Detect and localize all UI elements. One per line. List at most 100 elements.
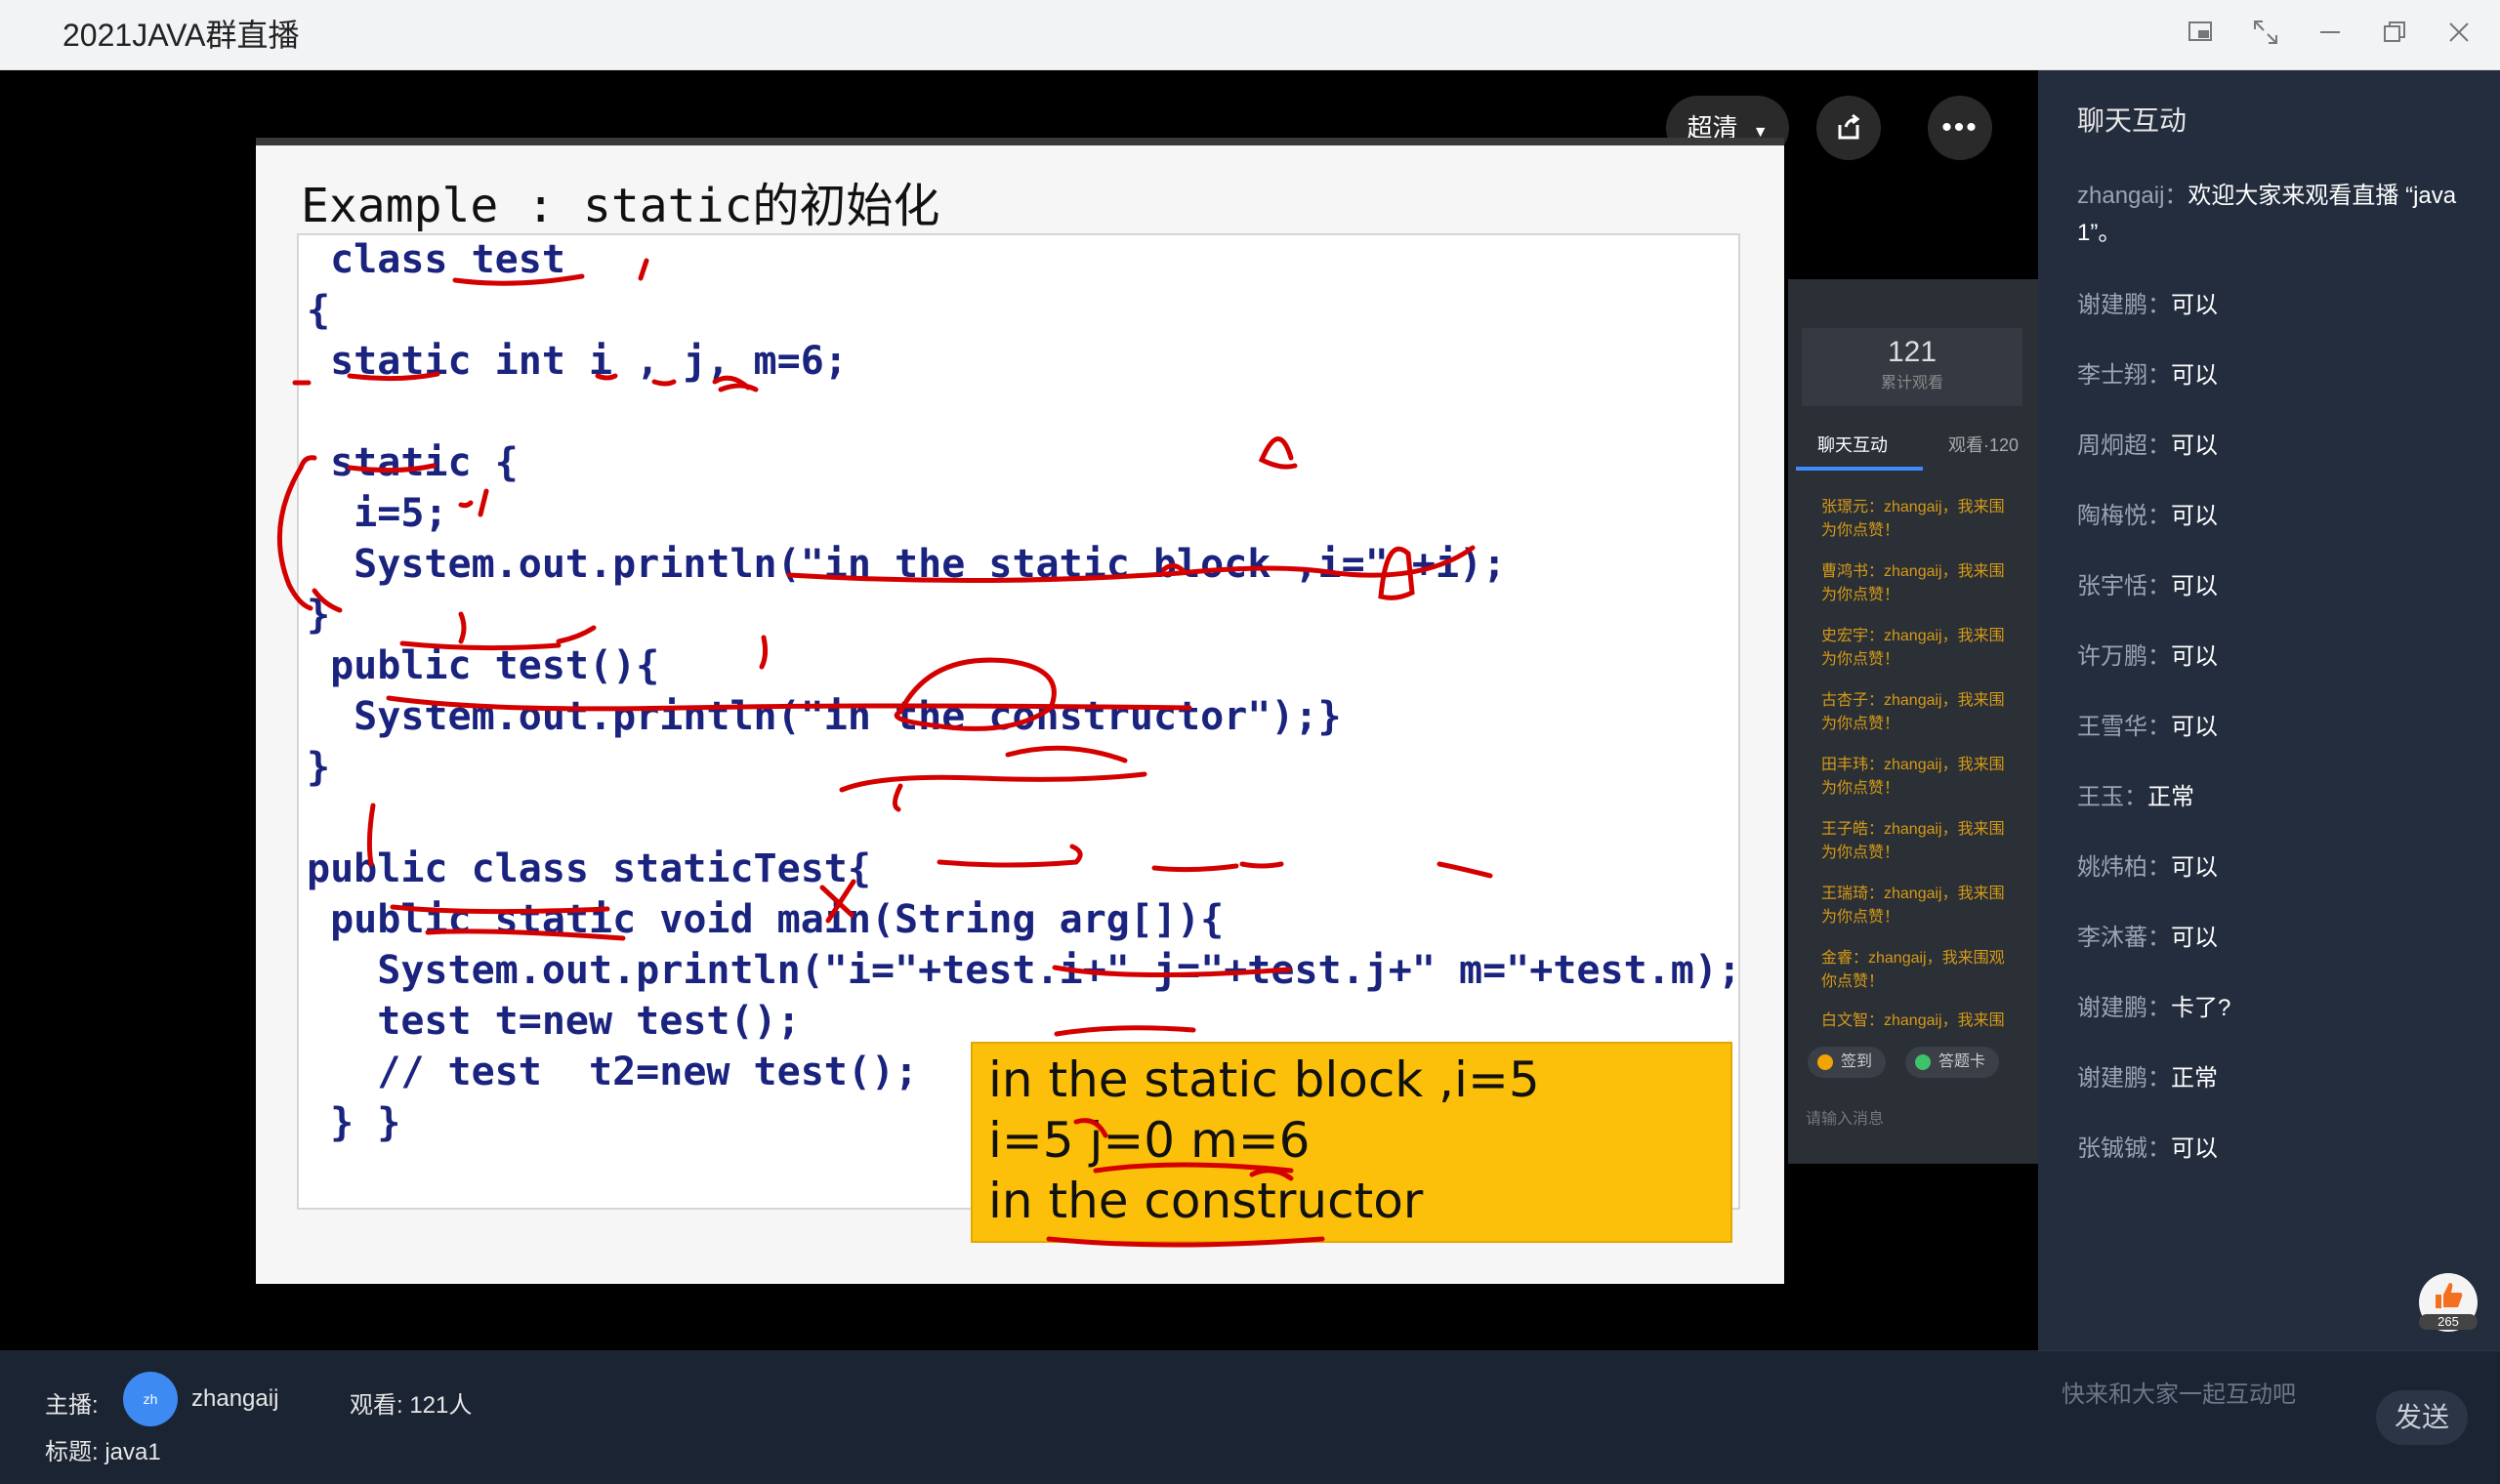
thumbs-up-icon [2436, 1283, 2463, 1308]
video-player[interactable]: 超清 ▼ ••• Example : static的初始化 class test… [0, 70, 2038, 1350]
chat-text: 可以 [2171, 292, 2218, 318]
chat-user: 姚炜柏： [2077, 854, 2171, 881]
chat-message: 谢建鹏：正常 [2077, 1060, 2478, 1097]
recorded-message: 白文智：zhangaij，我来围 [1821, 1012, 2005, 1029]
chat-text: 正常 [2147, 784, 2194, 810]
answer-card-icon [1915, 1054, 1931, 1070]
code-line: test t=new test(); [307, 999, 801, 1044]
chat-message: 李士翔：可以 [2077, 357, 2478, 394]
chat-user: 张铖铖： [2077, 1135, 2171, 1162]
code-line: // test t2=new test(); [307, 1050, 919, 1094]
picture-in-picture-icon[interactable] [2184, 18, 2219, 53]
like-count: 265 [2419, 1314, 2478, 1330]
chat-text: 可以 [2171, 573, 2218, 599]
chat-user: zhangaij： [2077, 183, 2188, 209]
restore-icon[interactable] [2377, 18, 2412, 53]
like-button[interactable]: 265 [2419, 1273, 2478, 1332]
chat-user: 谢建鹏： [2077, 1065, 2171, 1092]
tab-viewers: 观看·120 [1948, 435, 2020, 455]
recorded-message: 王瑞琦：zhangaij，我来围 为你点赞！ [1821, 886, 2005, 926]
viewer-count: 观看: 121人 [350, 1392, 473, 1419]
chat-message: 张铖铖：可以 [2077, 1131, 2478, 1168]
chat-user: 谢建鹏： [2077, 292, 2171, 318]
avatar[interactable]: zh [123, 1372, 178, 1426]
send-button[interactable]: 发送 [2376, 1390, 2468, 1445]
chat-user: 李沐蕃： [2077, 925, 2171, 951]
chat-user: 张宇恬： [2077, 573, 2171, 599]
chat-message: 王玉：正常 [2077, 779, 2478, 816]
chat-text: 可以 [2171, 362, 2218, 389]
share-button[interactable] [1816, 96, 1881, 160]
code-line: } } [307, 1100, 401, 1145]
close-icon[interactable] [2441, 18, 2477, 53]
share-icon [1838, 113, 1860, 140]
output-line: in the static block ,i=5 [988, 1051, 1540, 1108]
recorded-message: 金睿：zhangaij，我来围观 你点赞！ [1821, 950, 2005, 990]
chat-user: 陶梅悦： [2077, 503, 2171, 529]
code-line: public test(){ [307, 643, 660, 688]
chat-message: 谢建鹏：可以 [2077, 287, 2478, 324]
chat-message: zhangaij：欢迎大家来观看直播 “java 1”。 [2077, 178, 2478, 252]
code-line: static int i , j, m=6; [307, 339, 848, 384]
code-line: System.out.println("in the constructor")… [307, 694, 1342, 739]
host-name: zhangaij [191, 1385, 279, 1412]
recorded-input-placeholder: 请输入消息 [1806, 1111, 1885, 1128]
fullscreen-icon[interactable] [2248, 18, 2283, 53]
chat-user: 王玉： [2077, 784, 2147, 810]
chat-user: 周炯超： [2077, 433, 2171, 459]
chat-text: 可以 [2171, 433, 2218, 459]
chat-user: 谢建鹏： [2077, 995, 2171, 1021]
chat-text: 可以 [2171, 714, 2218, 740]
chat-user: 王雪华： [2077, 714, 2171, 740]
stream-topic: 标题: java1 [45, 1439, 161, 1465]
code-line: System.out.println("in the static block … [307, 542, 1507, 587]
more-icon: ••• [1941, 111, 1979, 144]
stream-info-bar: 主播: zh zhangaij 观看: 121人 标题: java1 [0, 1350, 2038, 1484]
code-line: } [307, 745, 331, 790]
view-counter: 121 累计观看 [1802, 328, 2022, 406]
code-line: public class staticTest{ [307, 846, 871, 891]
code-line: i=5; [307, 491, 448, 536]
chat-message: 李沐蕃：可以 [2077, 920, 2478, 957]
minimize-icon[interactable] [2312, 18, 2348, 53]
chat-message: 许万鹏：可以 [2077, 639, 2478, 676]
recorded-message: 田丰玮：zhangaij，我来围 为你点赞！ [1821, 757, 2005, 797]
answer-card-label: 答题卡 [1938, 1053, 1986, 1070]
chat-message: 陶梅悦：可以 [2077, 498, 2478, 535]
chat-message: 姚炜柏：可以 [2077, 849, 2478, 886]
tab-chat: 聊天互动 [1817, 435, 1888, 455]
chat-user: 许万鹏： [2077, 643, 2171, 670]
code-line: System.out.println("i="+test.i+" j="+tes… [307, 948, 1742, 993]
chat-text: 可以 [2171, 1135, 2218, 1162]
code-line: { [307, 288, 331, 333]
code-line: } [307, 593, 331, 638]
presentation-slide: Example : static的初始化 class test { static… [256, 138, 1784, 1284]
output-line: i=5 j=0 m=6 [988, 1112, 1311, 1169]
checkin-icon [1817, 1054, 1833, 1070]
recorded-message: 曹鸿书：zhangaij，我来围 为你点赞！ [1821, 563, 2005, 603]
chat-panel: 聊天互动 zhangaij：欢迎大家来观看直播 “java 1”。 谢建鹏：可以… [2038, 70, 2500, 1350]
code-line: public static void main(String arg[]){ [307, 897, 1225, 942]
recorded-message: 张璟元：zhangaij，我来围 为你点赞！ [1821, 499, 2005, 539]
chat-message: 周炯超：可以 [2077, 428, 2478, 465]
chat-user: 李士翔： [2077, 362, 2171, 389]
code-line: class test [307, 237, 565, 282]
view-count: 121 [1887, 336, 1938, 368]
code-line: static { [307, 440, 519, 485]
output-line: in the constructor [988, 1173, 1424, 1229]
output-box: in the static block ,i=5 i=5 j=0 m=6 in … [971, 1042, 1732, 1243]
slide-heading: Example : static的初始化 [301, 179, 940, 233]
chat-title: 聊天互动 [2077, 105, 2188, 136]
chat-text: 可以 [2171, 503, 2218, 529]
chat-text: 可以 [2171, 643, 2218, 670]
chat-text: 卡了? [2171, 995, 2231, 1021]
title-bar: 2021JAVA群直播 [0, 0, 2500, 70]
recorded-message: 史宏宇：zhangaij，我来围 为你点赞！ [1821, 628, 2005, 668]
more-button[interactable]: ••• [1928, 96, 1992, 160]
view-count-label: 累计观看 [1880, 375, 1943, 392]
window-title: 2021JAVA群直播 [62, 18, 300, 53]
chat-text: 可以 [2171, 925, 2218, 951]
chat-input[interactable]: 快来和大家一起互动吧 [2062, 1375, 2296, 1409]
checkin-button: 签到 [1808, 1047, 1887, 1078]
chat-message: 王雪华：可以 [2077, 709, 2478, 746]
